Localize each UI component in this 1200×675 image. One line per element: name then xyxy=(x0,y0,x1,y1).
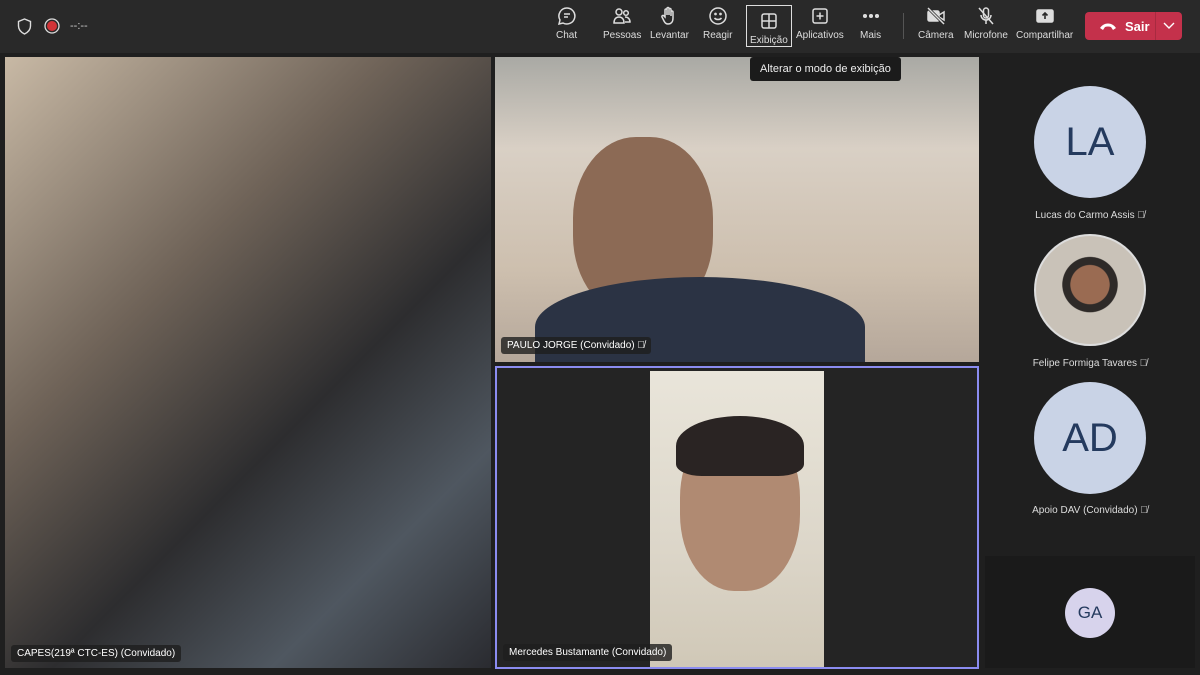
more-icon xyxy=(862,13,879,19)
video-tile-capes[interactable]: CAPES(219ª CTC-ES) (Convidado) xyxy=(5,57,491,668)
share-button[interactable]: Compartilhar xyxy=(1016,6,1073,48)
microphone-button[interactable]: Microfone xyxy=(964,6,1008,48)
more-button[interactable]: Mais xyxy=(860,6,881,48)
plus-icon xyxy=(812,8,828,24)
meeting-toolbar: --:-- Chat Pessoas Levantar Reagir Exibi… xyxy=(0,0,1200,53)
react-button[interactable]: Reagir xyxy=(703,6,732,48)
people-icon xyxy=(613,8,631,24)
view-button[interactable]: Exibição xyxy=(746,5,792,47)
participant-video xyxy=(650,371,824,667)
smile-icon xyxy=(708,7,727,25)
people-button[interactable]: Pessoas xyxy=(603,6,641,48)
video-tile-mercedes-bustamante[interactable]: Mercedes Bustamante (Convidado) xyxy=(495,366,979,669)
roster-name: Lucas do Carmo Assis 🎙̸ xyxy=(1035,210,1145,221)
chat-icon xyxy=(557,7,576,26)
camera-off-icon xyxy=(926,6,945,26)
leave-button[interactable]: Sair xyxy=(1085,12,1182,40)
avatar[interactable]: GA xyxy=(1065,588,1115,638)
toolbar-divider xyxy=(903,13,904,39)
participant-name: PAULO JORGE (Convidado) 🎙̸ xyxy=(501,337,651,354)
avatar-photo[interactable] xyxy=(1034,234,1146,346)
chevron-down-icon[interactable] xyxy=(1163,22,1175,30)
camera-button[interactable]: Câmera xyxy=(918,6,954,48)
meeting-timer: --:-- xyxy=(70,20,88,32)
avatar[interactable]: AD xyxy=(1034,382,1146,494)
mic-off-icon: 🎙̸ xyxy=(1137,210,1145,221)
raise-hand-button[interactable]: Levantar xyxy=(650,6,689,48)
avatar[interactable]: LA xyxy=(1034,86,1146,198)
recording-icon xyxy=(44,18,60,34)
shield-icon xyxy=(17,18,32,35)
chat-button[interactable]: Chat xyxy=(556,6,577,48)
mic-off-icon xyxy=(978,7,994,25)
participant-name: Mercedes Bustamante (Convidado) xyxy=(503,644,673,661)
grid-icon xyxy=(761,13,777,29)
mic-off-icon: 🎙̸ xyxy=(1140,505,1148,516)
roster-name: Apoio DAV (Convidado) 🎙̸ xyxy=(1032,505,1148,516)
hand-icon xyxy=(661,6,675,25)
video-tile-paulo-jorge[interactable]: PAULO JORGE (Convidado) 🎙̸ xyxy=(495,57,979,362)
mic-off-icon: 🎙̸ xyxy=(1139,358,1148,369)
apps-button[interactable]: Aplicativos xyxy=(796,6,844,48)
participant-name: CAPES(219ª CTC-ES) (Convidado) xyxy=(11,645,182,662)
view-tooltip: Alterar o modo de exibição xyxy=(750,57,901,81)
share-icon xyxy=(1035,9,1054,23)
roster-name: Felipe Formiga Tavares 🎙̸ xyxy=(1032,358,1148,369)
hangup-icon xyxy=(1100,23,1116,30)
mic-off-icon: 🎙̸ xyxy=(637,340,645,351)
